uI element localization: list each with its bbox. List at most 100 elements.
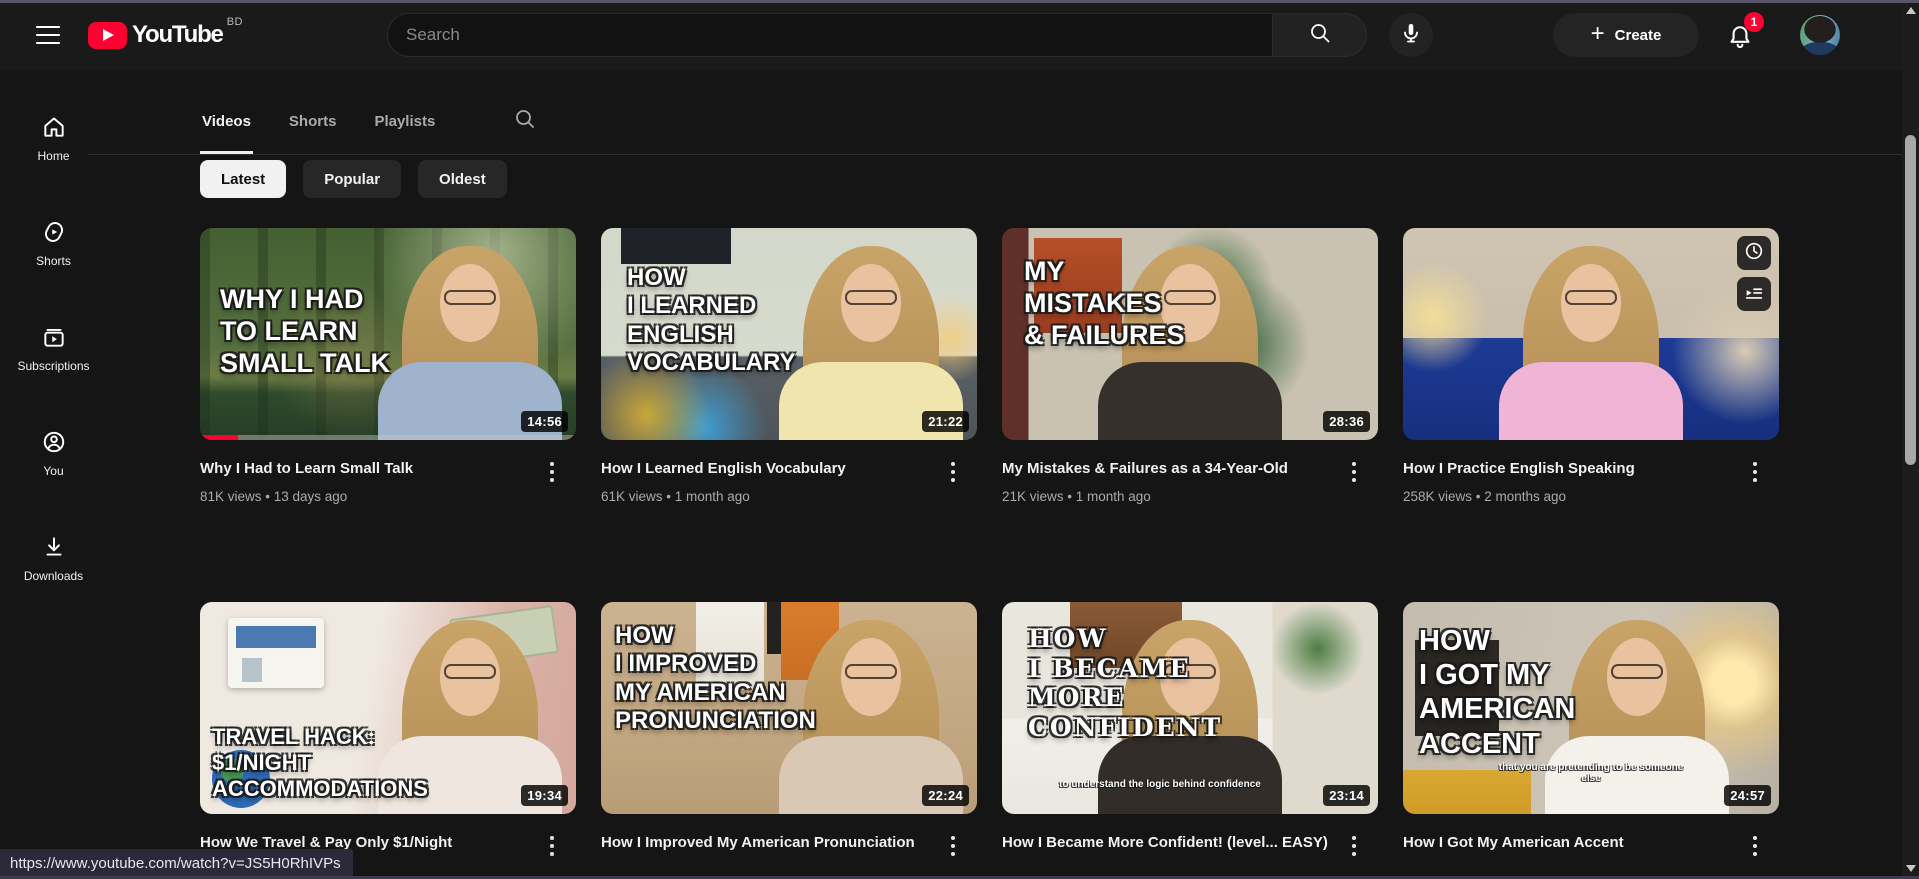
video-menu-button[interactable]	[1340, 832, 1368, 856]
video-thumbnail[interactable]: WHY I HAD TO LEARN SMALL TALK 14:56	[200, 228, 576, 440]
video-thumbnail[interactable]: MY MISTAKES & FAILURES 28:36	[1002, 228, 1378, 440]
video-menu-button[interactable]	[538, 832, 566, 856]
plus-icon: +	[1590, 20, 1605, 47]
sidebar-item-label: Downloads	[23, 568, 84, 583]
video-card: HOW I IMPROVED MY AMERICAN PRONUNCIATION…	[601, 602, 977, 856]
video-title[interactable]: Why I Had to Learn Small Talk	[200, 458, 530, 481]
duration-badge: 22:24	[922, 785, 969, 806]
duration-badge: 23:14	[1323, 785, 1370, 806]
search-button[interactable]	[1273, 13, 1367, 57]
thumbnail-text: WHY I HAD TO LEARN SMALL TALK	[220, 284, 390, 378]
sidebar-item-you[interactable]: You	[0, 411, 107, 495]
video-menu-button[interactable]	[939, 458, 967, 504]
chip-oldest[interactable]: Oldest	[418, 160, 507, 198]
video-menu-button[interactable]	[1741, 832, 1769, 856]
video-title[interactable]: How I Learned English Vocabulary	[601, 458, 931, 481]
watch-later-button[interactable]	[1737, 236, 1771, 270]
video-meta: 258K views • 2 months ago	[1403, 488, 1567, 504]
chip-latest[interactable]: Latest	[200, 160, 287, 198]
masthead: YouTube BD + Create 1	[0, 0, 1919, 70]
scrollbar-thumb[interactable]	[1905, 135, 1916, 465]
page-scrollbar[interactable]	[1902, 0, 1919, 879]
video-thumbnail[interactable]: HOW I LEARNED ENGLISH VOCABULARY 21:22	[601, 228, 977, 440]
thumbnail-subtext: to understand the logic behind confidenc…	[1059, 779, 1261, 790]
thumbnail-text: HOW I IMPROVED MY AMERICAN PRONUNCIATION	[615, 622, 816, 734]
video-thumbnail[interactable]	[1403, 228, 1779, 440]
video-menu-button[interactable]	[1741, 458, 1769, 504]
you-icon	[41, 429, 67, 455]
video-card: How I Practice English Speaking 258K vie…	[1403, 228, 1779, 504]
search-icon	[1308, 21, 1332, 50]
video-thumbnail[interactable]: HOW I BECAME MORE CONFIDENT to understan…	[1002, 602, 1378, 814]
country-code: BD	[226, 16, 243, 28]
watch-progress-fill	[200, 435, 238, 440]
subscriptions-icon	[41, 324, 67, 350]
video-menu-button[interactable]	[1340, 458, 1368, 504]
youtube-play-icon	[88, 22, 127, 49]
thumbnail-hover-actions	[1737, 236, 1771, 311]
account-avatar[interactable]	[1800, 15, 1840, 55]
video-grid: WHY I HAD TO LEARN SMALL TALK 14:56 Why …	[200, 228, 1779, 879]
tab-playlists[interactable]: Playlists	[374, 88, 435, 154]
video-meta: 81K views • 13 days ago	[200, 488, 348, 504]
sidebar-item-label: You	[43, 463, 64, 478]
chip-popular[interactable]: Popular	[303, 160, 402, 198]
watch-progress-bar	[200, 435, 576, 440]
video-menu-button[interactable]	[939, 832, 967, 856]
video-card: HOW I GOT MY AMERICAN ACCENT that you ar…	[1403, 602, 1779, 856]
thumbnail-person-art	[1491, 228, 1691, 440]
sidebar-item-label: Shorts	[36, 253, 71, 268]
create-label: Create	[1614, 26, 1662, 44]
thumbnail-text: HOW I GOT MY AMERICAN ACCENT	[1419, 625, 1576, 760]
sidebar-item-subscriptions[interactable]: Subscriptions	[0, 306, 107, 390]
video-title[interactable]: How I Improved My American Pronunciation	[601, 832, 931, 855]
thumbnail-text: HOW I BECAME MORE CONFIDENT	[1028, 624, 1223, 742]
search-input[interactable]	[387, 13, 1273, 57]
thumbnail-text: TRAVEL HACK: $1/NIGHT ACCOMMODATIONS	[212, 724, 428, 802]
video-title[interactable]: How I Practice English Speaking	[1403, 458, 1733, 481]
tabs-divider	[88, 154, 1902, 155]
video-title[interactable]: How I Became More Confident! (level... E…	[1002, 832, 1332, 855]
sidebar-item-label: Home	[37, 148, 70, 163]
video-card: WHY I HAD TO LEARN SMALL TALK 14:56 Why …	[200, 228, 576, 504]
queue-icon	[1743, 281, 1765, 308]
search-bar	[387, 13, 1367, 57]
thumbnail-text: HOW I LEARNED ENGLISH VOCABULARY	[627, 264, 796, 376]
video-title[interactable]: My Mistakes & Failures as a 34-Year-Old	[1002, 458, 1332, 481]
tab-shorts[interactable]: Shorts	[289, 88, 337, 154]
notification-count-badge: 1	[1744, 12, 1764, 32]
scroll-down-arrow-icon[interactable]	[1905, 865, 1916, 872]
create-button[interactable]: + Create	[1553, 13, 1699, 57]
sidebar-item-home[interactable]: Home	[0, 96, 107, 180]
video-card: MY MISTAKES & FAILURES 28:36 My Mistakes…	[1002, 228, 1378, 504]
channel-search-button[interactable]	[513, 107, 537, 136]
video-thumbnail[interactable]: HOW I IMPROVED MY AMERICAN PRONUNCIATION…	[601, 602, 977, 814]
video-meta: 21K views • 1 month ago	[1002, 488, 1151, 504]
video-menu-button[interactable]	[538, 458, 566, 504]
download-icon	[41, 534, 67, 560]
scroll-up-arrow-icon[interactable]	[1905, 7, 1916, 14]
channel-tabs: Videos Shorts Playlists	[200, 88, 537, 154]
youtube-logo[interactable]: YouTube BD	[88, 16, 243, 49]
video-title[interactable]: How I Got My American Accent	[1403, 832, 1733, 855]
thumbnail-person-art	[370, 228, 570, 440]
duration-badge: 24:57	[1724, 785, 1771, 806]
sidebar-item-shorts[interactable]: Shorts	[0, 201, 107, 285]
notifications-button[interactable]: 1	[1718, 12, 1764, 60]
sidebar-item-label: Subscriptions	[17, 358, 90, 373]
video-card: HOW I LEARNED ENGLISH VOCABULARY 21:22 H…	[601, 228, 977, 504]
duration-badge: 19:34	[521, 785, 568, 806]
video-card: HOW I BECAME MORE CONFIDENT to understan…	[1002, 602, 1378, 856]
voice-search-button[interactable]	[1389, 13, 1433, 57]
tab-videos[interactable]: Videos	[200, 88, 253, 154]
add-to-queue-button[interactable]	[1737, 277, 1771, 311]
thumbnail-subtext: that you are pretending to be someone el…	[1498, 762, 1684, 784]
video-thumbnail[interactable]: TRAVEL HACK: $1/NIGHT ACCOMMODATIONS 19:…	[200, 602, 576, 814]
thumbnail-person-art	[771, 228, 971, 440]
video-thumbnail[interactable]: HOW I GOT MY AMERICAN ACCENT that you ar…	[1403, 602, 1779, 814]
search-icon	[513, 107, 537, 136]
thumbnail-house-art	[228, 618, 324, 688]
youtube-brand-text: YouTube	[132, 21, 224, 48]
sidebar-item-downloads[interactable]: Downloads	[0, 516, 107, 600]
guide-menu-button[interactable]	[28, 15, 68, 55]
